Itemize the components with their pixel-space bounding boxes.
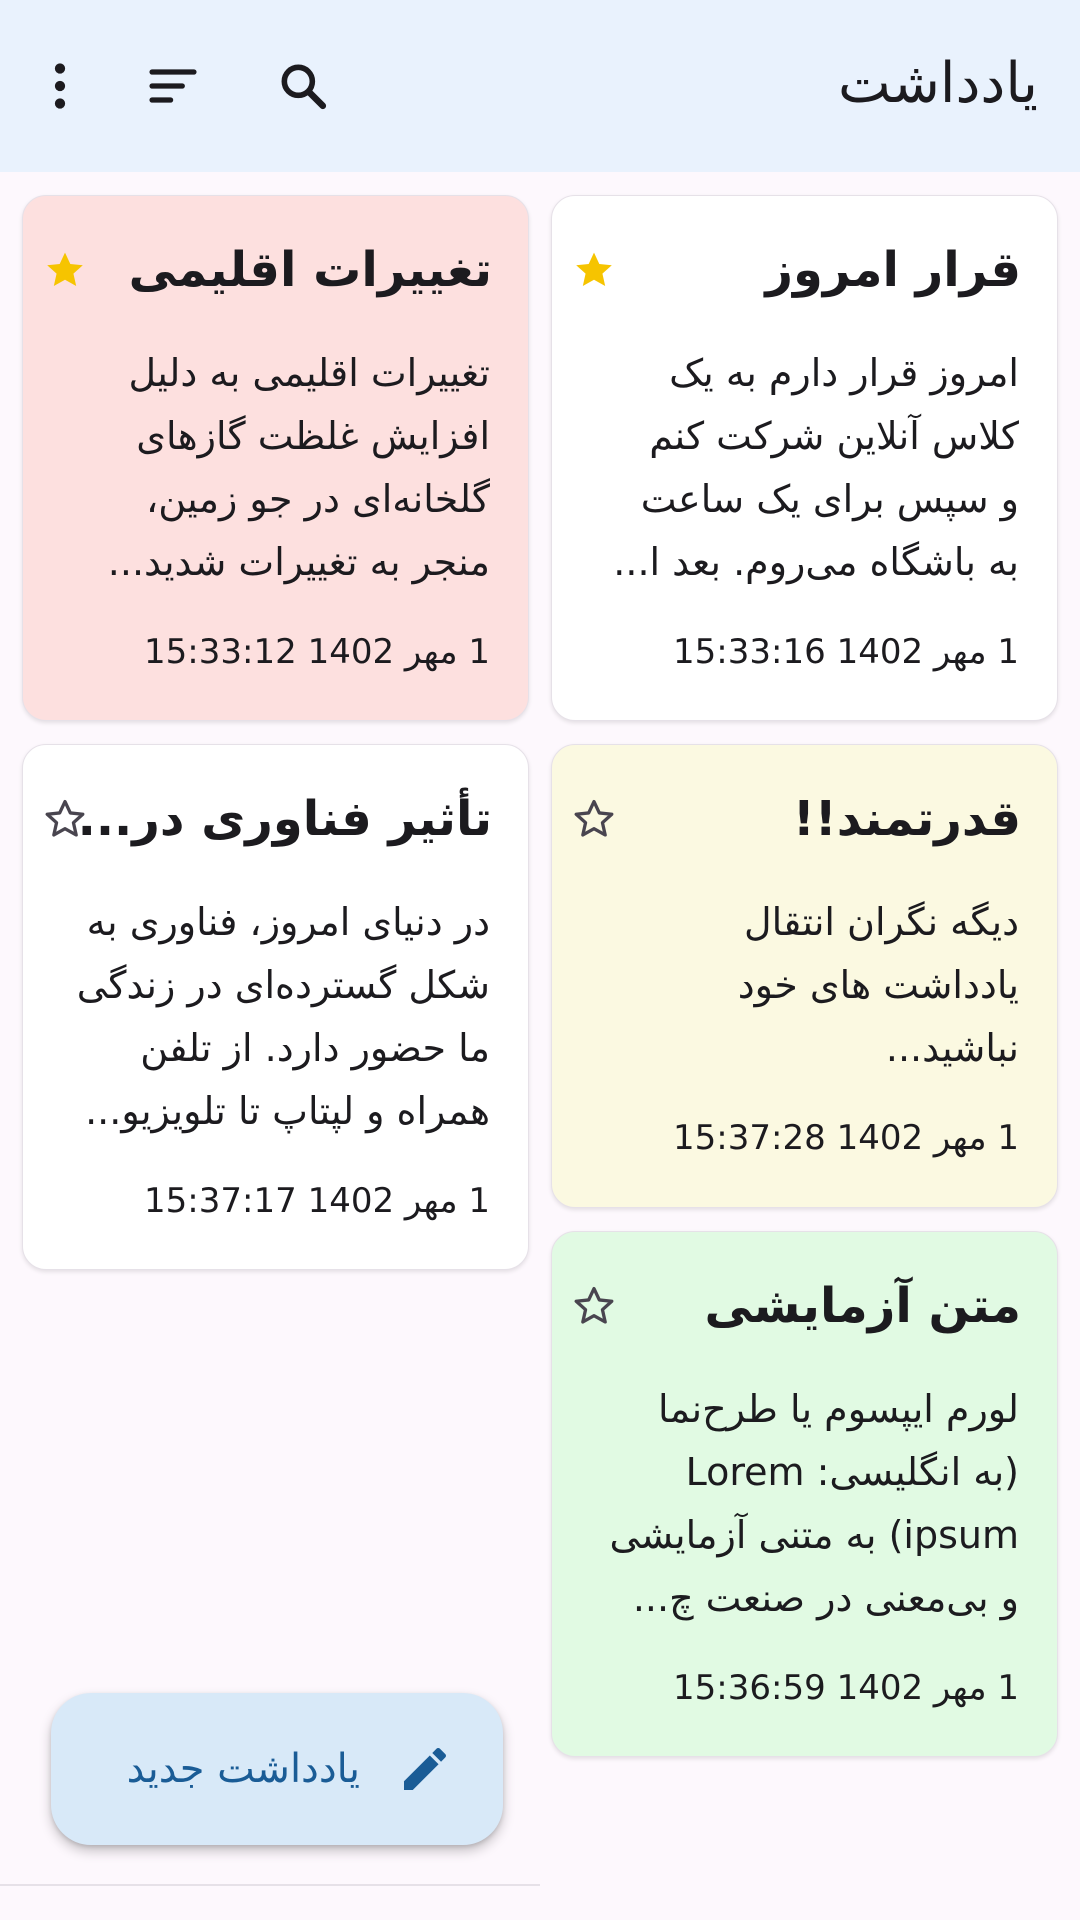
star-outline-icon[interactable] <box>43 797 87 841</box>
search-button[interactable] <box>263 46 343 126</box>
note-date: 1 مهر 1402 15:37:17 <box>144 1181 490 1221</box>
sort-button[interactable] <box>133 46 213 126</box>
note-date: 1 مهر 1402 15:33:12 <box>144 632 490 672</box>
note-body: دیگه نگران انتقال یادداشت های خود نباشید… <box>579 891 1019 1080</box>
note-card[interactable]: تأثیر فناوری در... در دنیای امروز، فناور… <box>22 744 529 1270</box>
note-date: 1 مهر 1402 15:36:59 <box>673 1668 1019 1708</box>
note-body-line: گلخانه‌ای در جو زمین، <box>145 477 490 521</box>
star-filled-icon[interactable] <box>572 248 616 292</box>
app-title: یادداشت <box>838 51 1038 116</box>
more-vert-icon <box>54 63 66 109</box>
more-options-button[interactable] <box>20 46 100 126</box>
star-filled-icon[interactable] <box>43 248 87 292</box>
note-body: لورم ایپسوم یا طرح‌نما (به انگلیسی: Lore… <box>579 1378 1019 1630</box>
note-body-line: افزایش غلظت گازهای <box>136 414 490 458</box>
top-app-bar: یادداشت <box>0 0 1080 172</box>
note-body: تغییرات اقلیمی به دلیل افزایش غلظت گازها… <box>50 342 490 594</box>
bottom-divider <box>0 1884 540 1886</box>
note-body: امروز قرار دارم به یک کلاس آنلاین شرکت ک… <box>579 342 1019 594</box>
note-card[interactable]: قرار امروز امروز قرار دارم به یک کلاس آن… <box>551 195 1058 721</box>
note-body-line: کلاس آنلاین شرکت کنم <box>649 414 1019 458</box>
note-body-line: دیگه نگران انتقال <box>743 900 1019 944</box>
note-body-line: به باشگاه می‌روم. بعد ا... <box>613 540 1019 584</box>
note-body-line: و سپس برای یک ساعت <box>640 477 1019 521</box>
note-title: قرار امروز <box>765 242 1021 298</box>
note-body-line: تغییرات اقلیمی به دلیل <box>128 351 490 395</box>
note-body-line: در دنیای امروز، فناوری به <box>86 900 490 944</box>
note-body-line: یادداشت های خود <box>737 963 1019 1007</box>
star-outline-icon[interactable] <box>572 1284 616 1328</box>
note-card[interactable]: تغییرات اقلیمی تغییرات اقلیمی به دلیل اف… <box>22 195 529 721</box>
note-body-line: لورم ایپسوم یا طرح‌نما <box>658 1387 1019 1431</box>
note-body: در دنیای امروز، فناوری به شکل گسترده‌ای … <box>50 891 490 1143</box>
star-outline-icon[interactable] <box>572 797 616 841</box>
note-card[interactable]: قدرتمند!! دیگه نگران انتقال یادداشت های … <box>551 744 1058 1208</box>
new-note-label: یادداشت جدید <box>126 1746 360 1792</box>
edit-pencil-icon <box>404 1747 447 1790</box>
note-body-line: امروز قرار دارم به یک <box>669 351 1019 395</box>
note-title: تغییرات اقلیمی <box>128 242 492 298</box>
note-date: 1 مهر 1402 15:33:16 <box>673 632 1019 672</box>
sort-icon <box>149 69 197 103</box>
note-body-line: همراه و لپتاپ تا تلویزیو... <box>85 1089 490 1133</box>
note-card[interactable]: متن آزمایشی لورم ایپسوم یا طرح‌نما (به ا… <box>551 1231 1058 1757</box>
note-body-line: نباشید... <box>885 1026 1019 1070</box>
note-body-line: و بی‌معنی در صنعت چ... <box>632 1576 1019 1620</box>
note-body-line: ما حضور دارد. از تلفن <box>140 1026 490 1070</box>
note-body-line: منجر به تغییرات شدید... <box>107 540 490 584</box>
new-note-fab[interactable]: یادداشت جدید <box>51 1693 503 1845</box>
note-body-line: شکل گسترده‌ای در زندگی <box>76 963 490 1007</box>
note-body-line: ipsum) به متنی آزمایشی <box>609 1513 1019 1557</box>
note-body-line: (به انگلیسی: Lorem <box>685 1450 1019 1494</box>
note-title: متن آزمایشی <box>704 1278 1021 1334</box>
search-icon <box>281 64 327 110</box>
note-title: تأثیر فناوری در... <box>77 791 492 847</box>
note-title: قدرتمند!! <box>792 791 1021 847</box>
note-date: 1 مهر 1402 15:37:28 <box>673 1118 1019 1158</box>
